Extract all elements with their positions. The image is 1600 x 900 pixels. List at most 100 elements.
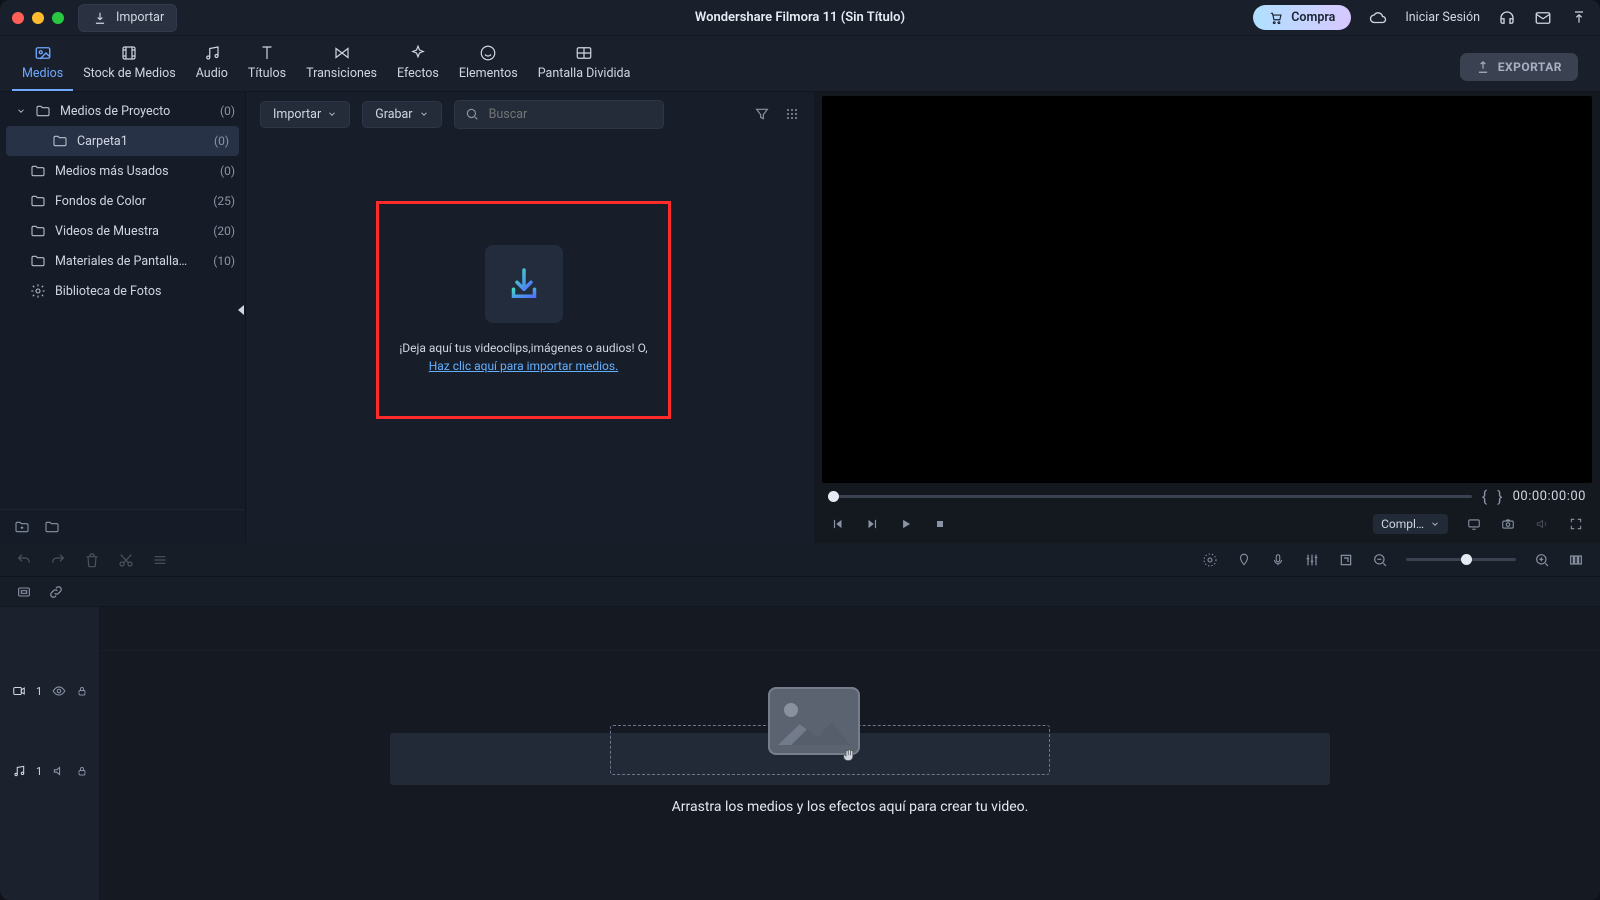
export-button[interactable]: EXPORTAR [1460, 53, 1578, 81]
maximize-window-button[interactable] [52, 12, 64, 24]
preview-scrubber[interactable] [828, 495, 1472, 498]
import-button[interactable]: Importar [78, 4, 177, 32]
sidebar-bottom-tools [0, 509, 245, 543]
play-icon[interactable] [898, 516, 914, 532]
sidebar-item-label: Carpeta1 [77, 134, 128, 149]
crop-icon[interactable] [1338, 552, 1354, 568]
tab-label: Medios [22, 66, 63, 81]
folder-icon [35, 103, 51, 119]
step-forward-icon[interactable] [864, 516, 880, 532]
tab-elementos[interactable]: Elementos [449, 38, 528, 91]
import-dropdown[interactable]: Importar [260, 101, 350, 128]
tab-label: Stock de Medios [83, 66, 176, 81]
tab-label: Audio [196, 66, 228, 81]
record-dropdown[interactable]: Grabar [362, 101, 441, 128]
tab-pantalla-dividida[interactable]: Pantalla Dividida [528, 38, 641, 91]
undo-icon[interactable] [16, 552, 32, 568]
preview-quality-dropdown[interactable]: Compl… [1373, 514, 1448, 534]
import-media-link[interactable]: Haz clic aquí para importar medios. [429, 359, 619, 373]
volume-icon[interactable] [1534, 516, 1550, 532]
sidebar-item-color-bg[interactable]: Fondos de Color (25) [0, 186, 245, 216]
display-icon[interactable] [1466, 516, 1482, 532]
link-icon[interactable] [48, 584, 64, 600]
transition-icon [333, 44, 351, 62]
eye-icon[interactable] [52, 683, 66, 699]
media-dropzone[interactable]: ¡Deja aquí tus videoclips,imágenes o aud… [376, 201, 671, 419]
cloud-icon[interactable] [1369, 9, 1387, 27]
tab-label: Pantalla Dividida [538, 66, 631, 81]
audio-track-header[interactable]: 1 [0, 731, 99, 811]
folder-icon [30, 253, 46, 269]
sidebar-item-label: Biblioteca de Fotos [55, 284, 161, 299]
preview-viewport[interactable] [822, 96, 1592, 483]
collapse-sidebar-icon[interactable] [238, 305, 244, 315]
message-icon[interactable] [1534, 9, 1552, 27]
film-icon [120, 44, 138, 62]
filter-icon[interactable] [754, 106, 770, 122]
zoom-fit-icon[interactable] [1568, 552, 1584, 568]
login-link[interactable]: Iniciar Sesión [1405, 10, 1480, 25]
preview-timecode: 00:00:00:00 [1513, 489, 1586, 504]
chevron-down-icon [327, 109, 337, 119]
lock-icon[interactable] [76, 683, 88, 699]
audio-mixer-icon[interactable] [1304, 552, 1320, 568]
zoom-handle[interactable] [1461, 554, 1472, 565]
render-icon[interactable] [1202, 552, 1218, 568]
minimize-window-button[interactable] [32, 12, 44, 24]
audio-track-number: 1 [36, 765, 42, 778]
close-window-button[interactable] [12, 12, 24, 24]
grid-view-icon[interactable] [784, 106, 800, 122]
snapshot-icon[interactable] [1500, 516, 1516, 532]
upload-icon[interactable] [1570, 9, 1588, 27]
mark-in-icon[interactable]: { [1482, 487, 1487, 506]
tab-efectos[interactable]: Efectos [387, 38, 449, 91]
gear-icon [30, 283, 46, 299]
mark-out-icon[interactable]: } [1497, 487, 1502, 506]
adjust-icon[interactable] [152, 552, 168, 568]
timeline-ruler[interactable] [100, 607, 1600, 651]
sidebar-item-sample-videos[interactable]: Videos de Muestra (20) [0, 216, 245, 246]
mute-icon[interactable] [52, 763, 66, 779]
sidebar-item-project-media[interactable]: Medios de Proyecto (0) [0, 96, 245, 126]
snap-icon[interactable] [16, 584, 32, 600]
fullscreen-icon[interactable] [1568, 516, 1584, 532]
stop-icon[interactable] [932, 516, 948, 532]
zoom-out-icon[interactable] [1372, 552, 1388, 568]
media-toolbar: Importar Grabar [246, 92, 814, 136]
folder-icon[interactable] [44, 519, 60, 535]
cut-icon[interactable] [118, 552, 134, 568]
voiceover-icon[interactable] [1270, 552, 1286, 568]
scrubber-handle[interactable] [828, 491, 839, 502]
tab-label: Efectos [397, 66, 439, 81]
tab-stock[interactable]: Stock de Medios [73, 38, 186, 91]
tab-medios[interactable]: Medios [12, 38, 73, 91]
sidebar-item-most-used[interactable]: Medios más Usados (0) [0, 156, 245, 186]
zoom-in-icon[interactable] [1534, 552, 1550, 568]
buy-button[interactable]: Compra [1253, 5, 1351, 30]
export-icon [1476, 60, 1490, 74]
tab-transiciones[interactable]: Transiciones [296, 38, 387, 91]
sidebar-item-count: (0) [214, 134, 229, 148]
redo-icon[interactable] [50, 552, 66, 568]
video-track-header[interactable]: 1 [0, 651, 99, 731]
search-input[interactable] [487, 106, 653, 123]
lock-icon[interactable] [76, 763, 88, 779]
titlebar: Importar Wondershare Filmora 11 (Sin Tít… [0, 0, 1600, 36]
sidebar-item-screen-materials[interactable]: Materiales de Pantalla… (10) [0, 246, 245, 276]
timeline-body[interactable]: Arrastra los medios y los efectos aquí p… [100, 607, 1600, 900]
support-icon[interactable] [1498, 9, 1516, 27]
tab-titulos[interactable]: Títulos [238, 38, 296, 91]
track-headers: 1 1 [0, 607, 100, 900]
delete-icon[interactable] [84, 552, 100, 568]
step-back-icon[interactable] [830, 516, 846, 532]
sidebar-item-photo-library[interactable]: Biblioteca de Fotos [0, 276, 245, 306]
buy-button-label: Compra [1291, 10, 1335, 25]
tab-label: Transiciones [306, 66, 377, 81]
new-folder-icon[interactable] [14, 519, 30, 535]
sidebar-item-carpeta1[interactable]: Carpeta1 (0) [6, 126, 239, 156]
marker-icon[interactable] [1236, 552, 1252, 568]
tab-audio[interactable]: Audio [186, 38, 238, 91]
preview-scrubber-row: { } 00:00:00:00 [818, 483, 1596, 509]
import-icon [91, 9, 109, 27]
zoom-slider[interactable] [1406, 558, 1516, 561]
